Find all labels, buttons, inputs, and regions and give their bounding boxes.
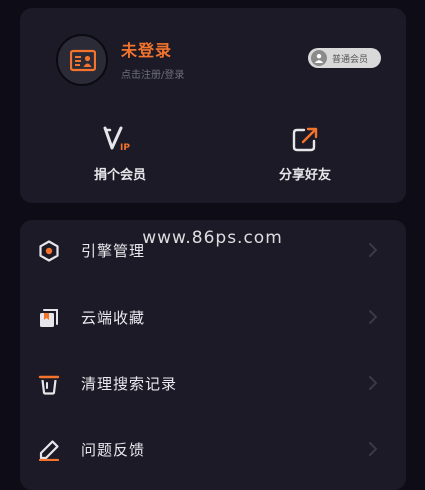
login-subtitle[interactable]: 点击注册/登录	[121, 66, 184, 81]
pencil-icon	[38, 439, 60, 462]
menu-item-clear-search-history[interactable]: 清理搜索记录	[20, 353, 406, 413]
menu-item-label: 云端收藏	[81, 309, 146, 327]
svg-text:IP: IP	[120, 143, 130, 153]
donate-vip-label: 捐个会员	[93, 168, 146, 183]
member-badge[interactable]: 普通会员	[308, 48, 381, 68]
watermark: www.86ps.com	[142, 228, 283, 248]
share-friends-label: 分享好友	[278, 168, 331, 183]
id-card-icon	[70, 49, 96, 72]
profile-card: 未登录 点击注册/登录 普通会员 IP 捐个会员 分享好友	[20, 8, 406, 203]
vip-icon: IP	[60, 126, 180, 154]
donate-vip-button[interactable]: IP 捐个会员	[60, 126, 180, 183]
bookmark-icon	[38, 307, 60, 329]
menu-card: 引擎管理 云端收藏 清理搜索记录 问题反馈	[20, 220, 406, 490]
chevron-right-icon	[368, 309, 378, 325]
login-title[interactable]: 未登录	[121, 37, 172, 61]
trash-icon	[38, 373, 60, 395]
chevron-right-icon	[368, 375, 378, 391]
member-badge-label: 普通会员	[332, 55, 369, 65]
user-icon	[311, 50, 327, 66]
menu-item-label: 问题反馈	[81, 441, 146, 459]
chevron-right-icon	[368, 441, 378, 457]
menu-item-feedback[interactable]: 问题反馈	[20, 419, 406, 479]
share-icon	[245, 126, 365, 154]
share-friends-button[interactable]: 分享好友	[245, 126, 365, 183]
menu-item-cloud-favorites[interactable]: 云端收藏	[20, 287, 406, 347]
menu-item-label: 清理搜索记录	[81, 375, 178, 393]
avatar[interactable]	[56, 34, 108, 86]
